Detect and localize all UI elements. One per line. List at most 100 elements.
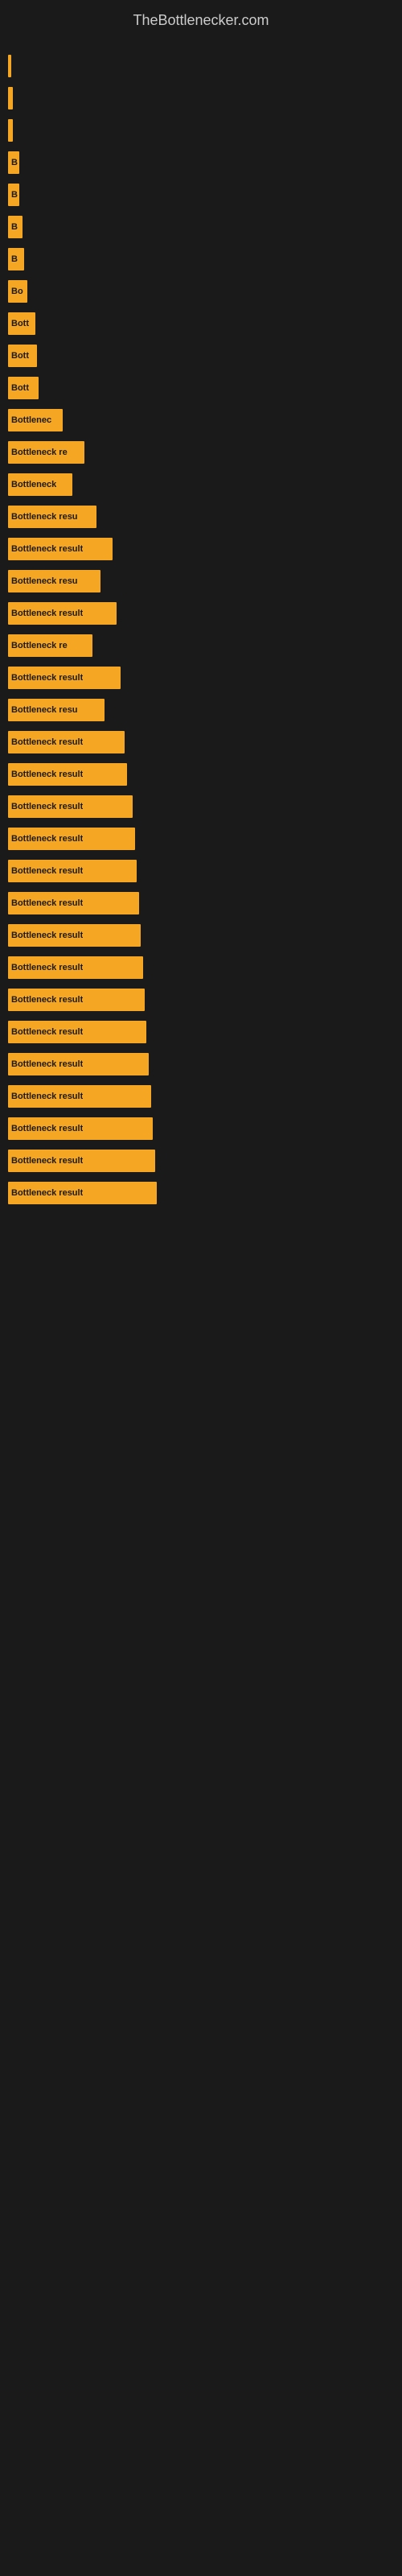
bar-item: Bottleneck result <box>8 1085 151 1108</box>
bar-row <box>8 85 394 111</box>
bar-label: B <box>11 254 18 264</box>
bar-item: Bo <box>8 280 27 303</box>
bar-label: Bottleneck result <box>11 866 83 876</box>
bar-item: Bottleneck resu <box>8 699 105 721</box>
bar-row: Bottleneck re <box>8 440 394 465</box>
site-title-container: TheBottlenecker.com <box>0 0 402 37</box>
bar-label: Bottleneck result <box>11 673 83 683</box>
bar-row: Bottleneck result <box>8 1148 394 1174</box>
bar-row: Bott <box>8 375 394 401</box>
bar-item: Bottleneck result <box>8 1021 146 1043</box>
bar-label: Bottleneck resu <box>11 512 78 522</box>
bar-item: Bottleneck result <box>8 989 145 1011</box>
bar-item: Bottleneck result <box>8 731 125 753</box>
bar-label: Bottleneck resu <box>11 705 78 715</box>
bar-row: Bott <box>8 343 394 369</box>
bar-item: Bottleneck result <box>8 828 135 850</box>
bar-item <box>8 87 13 109</box>
bar-label: Bottleneck result <box>11 770 83 779</box>
bar-row: Bottleneck result <box>8 729 394 755</box>
bar-label: Bottleneck re <box>11 448 68 457</box>
bar-label: Bottleneck result <box>11 963 83 972</box>
bar-label: Bott <box>11 319 29 328</box>
bar-item: Bottleneck result <box>8 602 117 625</box>
bar-row: Bottleneck result <box>8 665 394 691</box>
bar-label: Bo <box>11 287 23 296</box>
bar-label: Bottlenec <box>11 415 51 425</box>
bar-item: B <box>8 151 19 174</box>
bar-item: Bott <box>8 377 39 399</box>
bar-label: Bottleneck result <box>11 1188 83 1198</box>
bar-row: Bottleneck result <box>8 923 394 948</box>
bar-item: Bottleneck result <box>8 892 139 914</box>
bar-item <box>8 119 13 142</box>
bar-item: Bottleneck result <box>8 1053 149 1075</box>
bar-row: Bottlenec <box>8 407 394 433</box>
bar-row: B <box>8 246 394 272</box>
bar-row: Bottleneck result <box>8 1116 394 1141</box>
bar-label: Bott <box>11 351 29 361</box>
site-title: TheBottlenecker.com <box>0 0 402 37</box>
bar-item: B <box>8 216 23 238</box>
bar-row: Bottleneck result <box>8 1084 394 1109</box>
bar-label: Bottleneck resu <box>11 576 78 586</box>
bar-item: Bottleneck result <box>8 956 143 979</box>
bar-item: Bottleneck re <box>8 441 84 464</box>
bar-label: B <box>11 158 18 167</box>
bar-item: Bottleneck result <box>8 860 137 882</box>
bar-item: Bottleneck <box>8 473 72 496</box>
bar-label: Bottleneck result <box>11 931 83 940</box>
bar-item: Bottleneck result <box>8 924 141 947</box>
bar-item: Bottleneck resu <box>8 570 100 592</box>
bar-row: B <box>8 150 394 175</box>
bar-row: Bottleneck result <box>8 601 394 626</box>
bar-row: Bottleneck result <box>8 1180 394 1206</box>
bar-item: Bottleneck result <box>8 1182 157 1204</box>
bar-label: B <box>11 222 18 232</box>
bar-row: Bottleneck result <box>8 536 394 562</box>
bar-item: Bott <box>8 312 35 335</box>
bar-item: Bottleneck result <box>8 538 113 560</box>
bar-label: Bottleneck result <box>11 995 83 1005</box>
bar-row: Bottleneck <box>8 472 394 497</box>
bar-label: Bottleneck result <box>11 1124 83 1133</box>
bar-row: Bottleneck result <box>8 890 394 916</box>
bar-item: Bottleneck resu <box>8 506 96 528</box>
bar-row: Bottleneck re <box>8 633 394 658</box>
bar-row: B <box>8 214 394 240</box>
bar-label: Bottleneck result <box>11 834 83 844</box>
bar-label: Bottleneck result <box>11 737 83 747</box>
bar-row: Bo <box>8 279 394 304</box>
bar-item: Bott <box>8 345 37 367</box>
bar-label: Bottleneck re <box>11 641 68 650</box>
bar-row: Bottleneck result <box>8 858 394 884</box>
bar-row <box>8 53 394 79</box>
bar-label: Bottleneck <box>11 480 56 489</box>
bar-label: Bottleneck result <box>11 544 83 554</box>
bar-row: Bottleneck resu <box>8 504 394 530</box>
bar-label: Bottleneck result <box>11 1156 83 1166</box>
bar-row: Bottleneck result <box>8 1019 394 1045</box>
bar-item: Bottleneck result <box>8 1150 155 1172</box>
bar-row: B <box>8 182 394 208</box>
bar-row: Bottleneck result <box>8 955 394 980</box>
bar-item <box>8 55 11 77</box>
bar-row: Bottleneck resu <box>8 697 394 723</box>
bar-label: Bottleneck result <box>11 1092 83 1101</box>
bar-row: Bottleneck result <box>8 826 394 852</box>
bar-row: Bottleneck result <box>8 794 394 819</box>
bars-container: B B B B Bo Bott Bott Bott Bottlenec Bottleneck re… <box>0 37 402 1220</box>
bar-label: Bottleneck result <box>11 1027 83 1037</box>
bar-label: B <box>11 190 18 200</box>
bar-label: Bottleneck result <box>11 802 83 811</box>
bar-row: Bottleneck resu <box>8 568 394 594</box>
bar-row <box>8 118 394 143</box>
bar-row: Bottleneck result <box>8 987 394 1013</box>
bar-item: Bottleneck re <box>8 634 92 657</box>
bar-row: Bott <box>8 311 394 336</box>
bar-row: Bottleneck result <box>8 1051 394 1077</box>
bar-item: Bottleneck result <box>8 763 127 786</box>
bar-label: Bott <box>11 383 29 393</box>
bar-item: Bottlenec <box>8 409 63 431</box>
bar-item: Bottleneck result <box>8 667 121 689</box>
